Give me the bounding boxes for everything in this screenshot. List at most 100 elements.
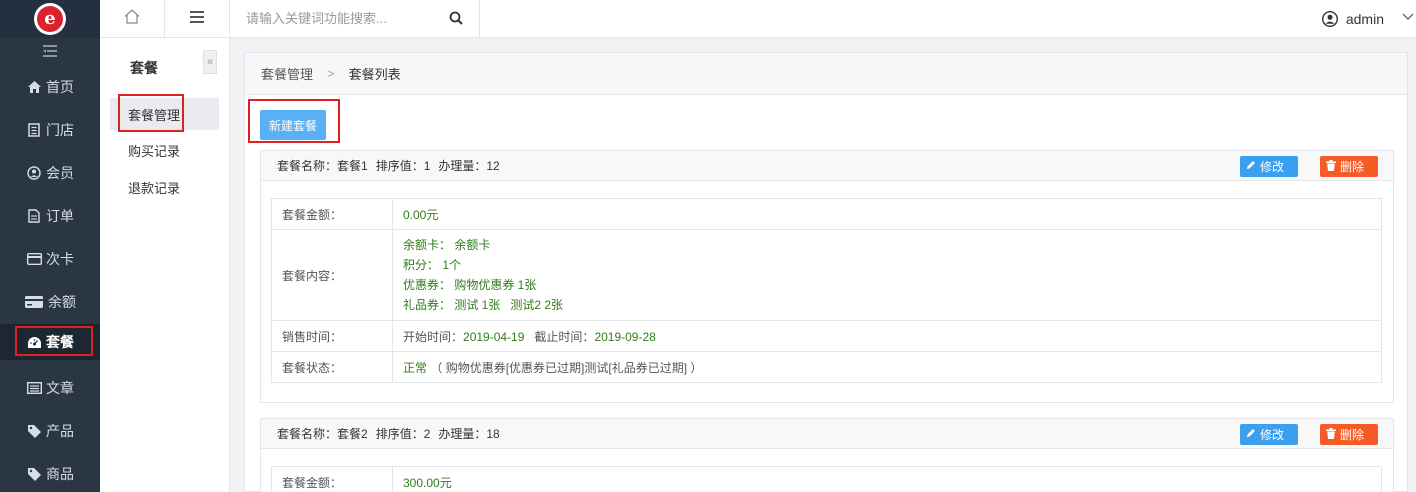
top-bar: admin (100, 0, 1416, 38)
amount-value: 0.00元 (392, 198, 1382, 230)
breadcrumb-parent[interactable]: 套餐管理 (261, 64, 313, 83)
brand-logo[interactable]: e (34, 3, 66, 35)
sidebar-item-label: 文章 (46, 380, 74, 396)
user-avatar-icon (1321, 10, 1338, 27)
pencil-icon (1246, 428, 1256, 441)
content-line: 优惠券： 购物优惠券 1张 (403, 278, 537, 292)
sidebar-item-order[interactable]: 订单 (0, 198, 100, 234)
delete-label: 删除 (1339, 160, 1364, 174)
content-value: 余额卡： 余额卡 积分： 1个 优惠券： 购物优惠券 1张 礼品券： 测试 1张… (392, 229, 1382, 321)
sidebar-item-product[interactable]: 产品 (0, 413, 100, 449)
breadcrumb-current: 套餐列表 (348, 67, 401, 82)
search-input[interactable] (246, 11, 456, 26)
status-value: 正常 （ 购物优惠券[优惠券已过期]测试[礼品券已过期] ） (392, 351, 1382, 383)
store-icon (26, 123, 42, 137)
package-count: 办理量：12 (438, 159, 500, 173)
package-sort: 排序值：1 (375, 159, 431, 173)
logo-area: e (0, 0, 100, 38)
table-row: 销售时间： 开始时间：2019-04-19 截止时间：2019-09-28 (271, 320, 1382, 352)
balance-icon (24, 295, 44, 309)
main-sidebar: e 首页 门店 会员 订单 次卡 余额 套餐 文章 产品 商品 (0, 0, 100, 492)
trash-icon (1325, 159, 1336, 174)
sidebar-item-label: 商品 (46, 466, 74, 482)
sale-end-date: 2019-09-28 (594, 329, 656, 344)
amount-value: 300.00元 (392, 466, 1382, 492)
package-info-table: 套餐金额： 300.00元 (271, 466, 1382, 492)
main-panel: 套餐管理 > 套餐列表 新建套餐 套餐名称：套餐1 排序值：1 办理量：12 修… (244, 52, 1408, 492)
sidebar-item-label: 产品 (46, 423, 74, 439)
amount-label: 套餐金额： (271, 198, 393, 230)
chevron-right-icon: > (327, 66, 335, 81)
delete-label: 删除 (1339, 428, 1364, 442)
sidebar-item-package[interactable]: 套餐 (0, 324, 100, 360)
sub-sidebar-title: 套餐 (130, 60, 158, 76)
tag-icon (26, 467, 42, 481)
menu-collapse-icon[interactable] (0, 38, 100, 64)
sub-item-package-manage[interactable]: 套餐管理 (110, 94, 219, 132)
delete-button[interactable]: 删除 (1319, 424, 1378, 445)
home-icon (26, 80, 42, 94)
package-card-header: 套餐名称：套餐1 排序值：1 办理量：12 修改 删除 (261, 151, 1393, 181)
amount-label: 套餐金额： (271, 466, 393, 492)
sidebar-item-label: 首页 (46, 79, 74, 95)
edit-button[interactable]: 修改 (1239, 156, 1298, 177)
table-row: 套餐内容： 余额卡： 余额卡 积分： 1个 优惠券： 购物优惠券 1张 礼品券：… (271, 229, 1382, 321)
search-box (230, 0, 480, 37)
article-icon (26, 381, 42, 395)
edit-button[interactable]: 修改 (1239, 424, 1298, 445)
sidebar-item-store[interactable]: 门店 (0, 112, 100, 148)
home-outline-icon (124, 9, 140, 29)
edit-label: 修改 (1259, 160, 1284, 174)
sidebar-item-label: 会员 (46, 165, 74, 181)
table-row: 套餐金额： 300.00元 (271, 466, 1382, 492)
status-note: （ 购物优惠券[优惠券已过期]测试[礼品券已过期] ） (430, 360, 703, 375)
package-info-table: 套餐金额： 0.00元 套餐内容： 余额卡： 余额卡 积分： 1个 优惠券： 购… (271, 198, 1382, 383)
sidebar-item-label: 次卡 (46, 251, 74, 267)
sidebar-item-article[interactable]: 文章 (0, 370, 100, 406)
member-icon (26, 166, 42, 180)
package-card-header: 套餐名称：套餐2 排序值：2 办理量：18 修改 删除 (261, 419, 1393, 449)
sidebar-item-home[interactable]: 首页 (0, 69, 100, 105)
sale-time-label: 销售时间： (271, 320, 393, 352)
highlight-box (118, 94, 184, 132)
package-name: 套餐名称：套餐2 (277, 427, 368, 441)
package-count: 办理量：18 (438, 427, 500, 441)
delete-button[interactable]: 删除 (1319, 156, 1378, 177)
table-row: 套餐状态： 正常 （ 购物优惠券[优惠券已过期]测试[礼品券已过期] ） (271, 351, 1382, 383)
sale-start-label: 开始时间： (403, 329, 464, 344)
sidebar-item-label: 订单 (46, 208, 74, 224)
sidebar-item-times-card[interactable]: 次卡 (0, 241, 100, 277)
sidebar-item-goods[interactable]: 商品 (0, 456, 100, 492)
tag-icon (26, 424, 42, 438)
sub-item-purchase-records[interactable]: 购买记录 (110, 134, 219, 166)
edit-label: 修改 (1259, 428, 1284, 442)
menu-toggle-button[interactable] (165, 0, 230, 37)
sub-item-label: 退款记录 (128, 180, 181, 196)
content-label: 套餐内容： (271, 229, 393, 321)
pencil-icon (1246, 160, 1256, 173)
order-icon (26, 209, 42, 223)
package-card: 套餐名称：套餐2 排序值：2 办理量：18 修改 删除 套餐金额： 300.00… (260, 418, 1394, 492)
table-row: 套餐金额： 0.00元 (271, 198, 1382, 230)
home-button[interactable] (100, 0, 165, 37)
status-badge: 正常 (403, 360, 428, 375)
new-package-button[interactable]: 新建套餐 (260, 110, 326, 140)
package-name: 套餐名称：套餐1 (277, 159, 368, 173)
search-icon[interactable] (449, 11, 463, 28)
double-chevron-left-icon[interactable]: « (203, 50, 217, 74)
user-menu[interactable]: admin (1321, 0, 1416, 37)
sub-item-refund-records[interactable]: 退款记录 (110, 171, 219, 203)
sidebar-item-member[interactable]: 会员 (0, 155, 100, 191)
highlight-box (15, 326, 93, 356)
chevron-down-icon (1402, 10, 1414, 24)
username: admin (1345, 10, 1384, 27)
content-line: 积分： 1个 (403, 258, 462, 272)
breadcrumb: 套餐管理 > 套餐列表 (245, 53, 1407, 95)
content-line: 礼品券： 测试 1张 测试2 2张 (403, 298, 564, 312)
sidebar-item-balance[interactable]: 余额 (0, 284, 100, 320)
package-sort: 排序值：2 (375, 427, 431, 441)
sale-end-label: 截止时间： (534, 329, 595, 344)
sale-time-value: 开始时间：2019-04-19 截止时间：2019-09-28 (392, 320, 1382, 352)
hamburger-icon (190, 10, 204, 28)
sidebar-item-label: 门店 (46, 122, 74, 138)
